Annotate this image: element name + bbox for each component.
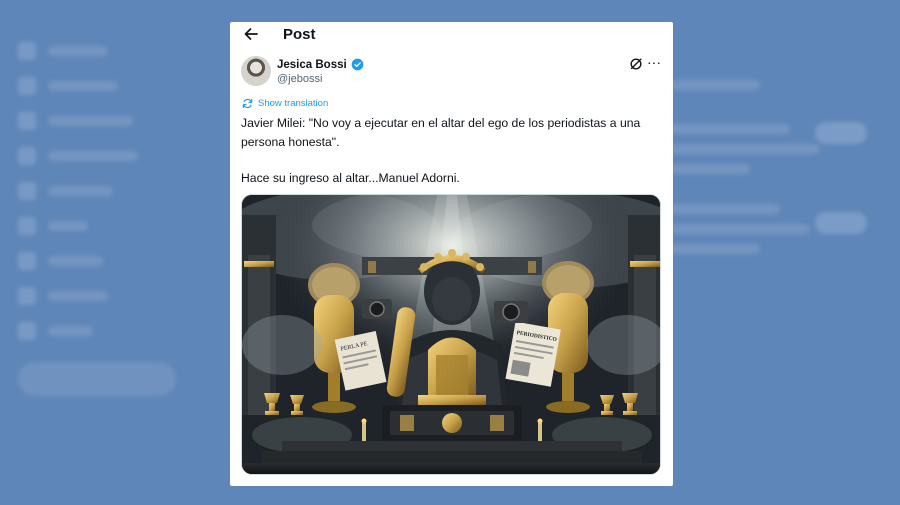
background-post-button [18, 362, 176, 396]
post-header: Post [230, 22, 673, 48]
back-arrow-icon[interactable] [241, 24, 261, 44]
author-name[interactable]: Jesica Bossi [277, 59, 347, 71]
background-right-column [670, 80, 885, 264]
tweet-line-2: Hace su ingreso al altar...Manuel Adorni… [241, 171, 460, 185]
show-translation-link[interactable]: Show translation [242, 98, 328, 109]
more-options-icon[interactable]: ··· [647, 55, 663, 70]
tweet-text: Javier Milei: "No voy a ejecutar en el a… [241, 114, 661, 188]
author-name-row: Jesica Bossi [277, 58, 364, 71]
avatar[interactable] [241, 56, 271, 86]
altar-illustration: PERLA PE PERIODISTICO [242, 195, 660, 474]
page-title: Post [283, 26, 316, 43]
translate-icon [242, 98, 253, 109]
post-card: Post Jesica Bossi @jebossi ··· Show tran… [230, 22, 673, 486]
verified-badge-icon [351, 58, 364, 71]
author-row: Jesica Bossi @jebossi ··· [241, 55, 663, 89]
background-sidebar [18, 40, 188, 355]
tweet-line-1: Javier Milei: "No voy a ejecutar en el a… [241, 116, 641, 149]
grok-icon[interactable] [629, 57, 643, 71]
author-handle[interactable]: @jebossi [277, 73, 322, 85]
tweet-image[interactable]: PERLA PE PERIODISTICO [241, 194, 661, 475]
show-translation-label: Show translation [258, 98, 329, 109]
